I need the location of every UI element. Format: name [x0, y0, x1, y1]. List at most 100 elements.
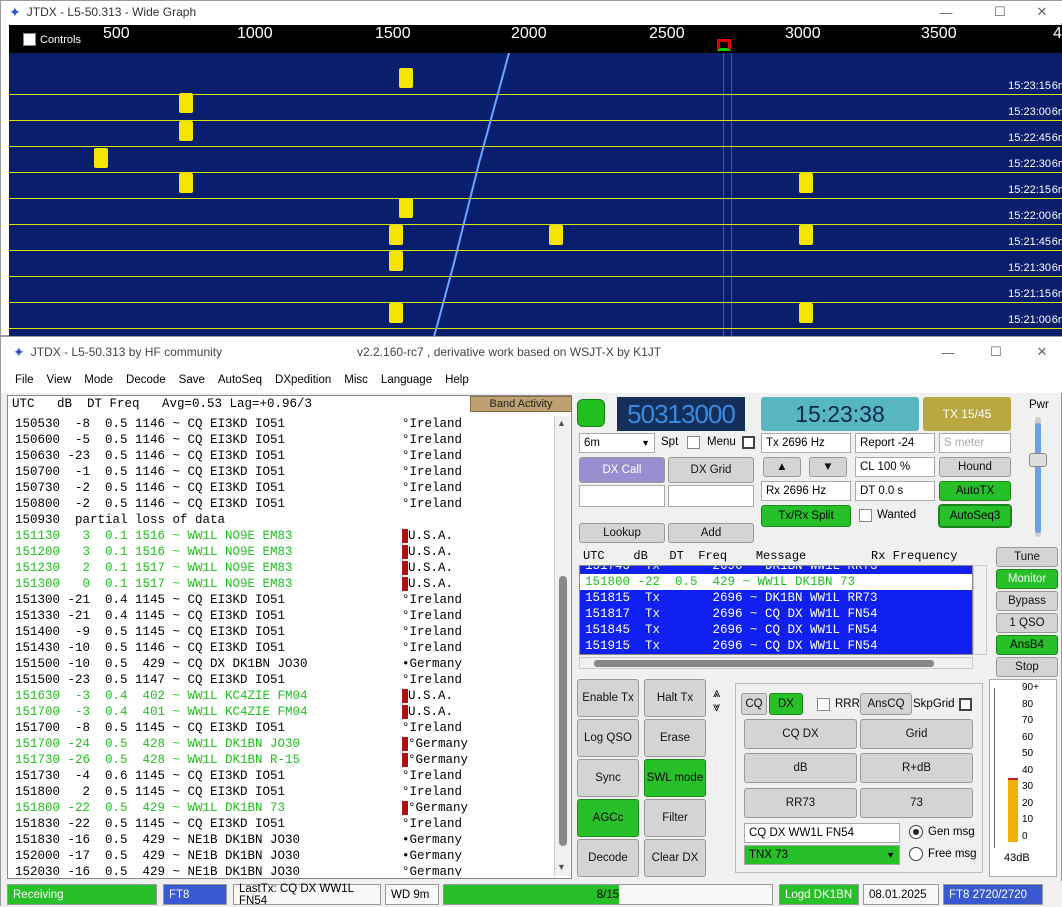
dx-grid-input[interactable] [668, 485, 754, 507]
cl-field[interactable]: CL 100 % [855, 457, 935, 477]
rx-row[interactable]: 151815 Tx 2696 ~ DK1BN WW1L RR73 [580, 590, 972, 606]
maximize-icon[interactable]: ☐ [973, 337, 1019, 367]
menu-autoseq[interactable]: AutoSeq [218, 374, 262, 386]
decode-row[interactable]: 151800 2 0.5 1145 ~ CQ EI3KD IO51 °Irelan… [10, 784, 554, 800]
cq-button[interactable]: CQ [741, 693, 767, 715]
free-msg-select[interactable]: TNX 73 ▼ [744, 845, 900, 865]
decode-row[interactable]: 150930 partial loss of data [10, 512, 554, 528]
dx-grid-button[interactable]: DX Grid [668, 457, 754, 483]
decode-row[interactable]: 152030 -16 0.5 429 ~ NE1B DK1BN JO30 °Ger… [10, 864, 554, 876]
gen-msg-input[interactable]: CQ DX WW1L FN54 [744, 823, 900, 843]
close-icon[interactable]: ✕ [1019, 1, 1062, 23]
menu-save[interactable]: Save [179, 374, 205, 386]
menu-decode[interactable]: Decode [126, 374, 166, 386]
scroll-thumb[interactable] [559, 576, 567, 846]
decode-row[interactable]: 150800 -2 0.5 1146 ~ CQ EI3KD IO51 °Irela… [10, 496, 554, 512]
decode-row[interactable]: 151800 -22 0.5 429 ~ WW1L DK1BN 73 °Germa… [10, 800, 554, 816]
halt-tx-button[interactable]: Halt Tx [644, 679, 706, 717]
rx-row[interactable]: 151915 Tx 2696 ~ CQ DX WW1L FN54 [580, 638, 972, 654]
menu-help[interactable]: Help [445, 374, 469, 386]
gen-msg-radio[interactable] [909, 825, 923, 839]
menu-view[interactable]: View [47, 374, 72, 386]
menu-mode[interactable]: Mode [84, 374, 113, 386]
rx-hscroll-thumb[interactable] [594, 660, 934, 667]
lookup-button[interactable]: Lookup [579, 523, 665, 543]
cq-dx-message-button[interactable]: CQ DX [744, 719, 857, 749]
swl-mode-button[interactable]: SWL mode [644, 759, 706, 797]
decode-row[interactable]: 150730 -2 0.5 1146 ~ CQ EI3KD IO51 °Irela… [10, 480, 554, 496]
add-button[interactable]: Add [668, 523, 754, 543]
decode-row[interactable]: 151230 2 0.1 1517 ~ WW1L NO9E EM83 U.S.A. [10, 560, 554, 576]
rx-row[interactable]: 151817 Tx 2696 ~ CQ DX WW1L FN54 [580, 606, 972, 622]
menu-language[interactable]: Language [381, 374, 432, 386]
menu-misc[interactable]: Misc [344, 374, 368, 386]
decode-row[interactable]: 151500 -23 0.5 1147 ~ CQ EI3KD IO51 °Irel… [10, 672, 554, 688]
filter-button[interactable]: Filter [644, 799, 706, 837]
maximize-icon[interactable]: ☐ [977, 1, 1023, 23]
rx-frequency-field[interactable]: Rx 2696 Hz [761, 481, 851, 501]
minimize-icon[interactable]: — [923, 1, 969, 23]
erase-button[interactable]: Erase [644, 719, 706, 757]
rrr-checkbox[interactable] [817, 698, 830, 711]
rx-row[interactable]: 151845 Tx 2696 ~ CQ DX WW1L FN54 [580, 622, 972, 638]
dx-button[interactable]: DX [769, 693, 803, 715]
rx-row[interactable]: 151745 Tx 2696 ~ DK1BN WW1L RR73 [580, 566, 972, 574]
hound-button[interactable]: Hound [939, 457, 1011, 477]
up-arrow-button[interactable]: ▲ [763, 457, 801, 477]
rr73-message-button[interactable]: RR73 [744, 788, 857, 818]
decode-row[interactable]: 151330 -21 0.4 1145 ~ CQ EI3KD IO51 °Irel… [10, 608, 554, 624]
scroll-down-icon[interactable]: ▼ [557, 862, 566, 872]
r-db-message-button[interactable]: R+dB [860, 753, 973, 783]
decode-row[interactable]: 150600 -5 0.5 1146 ~ CQ EI3KD IO51 °Irela… [10, 432, 554, 448]
skpgrid-checkbox[interactable] [959, 698, 972, 711]
report-field[interactable]: Report -24 [855, 433, 935, 453]
decode-row[interactable]: 151700 -24 0.5 428 ~ WW1L DK1BN JO30 °Ger… [10, 736, 554, 752]
decode-scrollbar[interactable]: ▲ ▼ [554, 416, 570, 876]
tx-period-button[interactable]: TX 15/45 [923, 397, 1011, 431]
one-qso-button[interactable]: 1 QSO [996, 613, 1058, 633]
waterfall-display[interactable]: 15:23:156m15:23:006m15:22:456m15:22:306m… [9, 53, 1062, 337]
controls-checkbox[interactable] [23, 33, 36, 46]
dt-field[interactable]: DT 0.0 s [855, 481, 935, 501]
grid-message-button[interactable]: Grid [860, 719, 973, 749]
wanted-checkbox[interactable] [859, 509, 872, 522]
decode-row[interactable]: 151730 -26 0.5 428 ~ WW1L DK1BN R-15 °Ger… [10, 752, 554, 768]
menu-checkbox[interactable] [742, 436, 755, 449]
rx-frequency-list[interactable]: 151745 Tx 2696 ~ DK1BN WW1L RR73 151800 -… [579, 565, 973, 655]
close-icon[interactable]: ✕ [1019, 337, 1062, 367]
tx-down-arrow-icon[interactable]: ⩔ [713, 699, 720, 715]
pwr-slider-handle[interactable] [1029, 453, 1047, 467]
decode-row[interactable]: 151830 -16 0.5 429 ~ NE1B DK1BN JO30 •Ger… [10, 832, 554, 848]
decode-row[interactable]: 151430 -10 0.5 1146 ~ CQ EI3KD IO51 °Irel… [10, 640, 554, 656]
decode-row[interactable]: 151700 -3 0.4 401 ~ WW1L KC4ZIE FM04 U.S.… [10, 704, 554, 720]
menu-dxpedition[interactable]: DXpedition [275, 374, 331, 386]
anscq-button[interactable]: AnsCQ [860, 693, 912, 715]
sync-button[interactable]: Sync [577, 759, 639, 797]
rx-row[interactable]: 151800 -22 0.5 429 ~ WW1L DK1BN 73 [580, 574, 972, 590]
decode-row[interactable]: 151730 -4 0.6 1145 ~ CQ EI3KD IO51 °Irela… [10, 768, 554, 784]
tx-frequency-field[interactable]: Tx 2696 Hz [761, 433, 851, 453]
minimize-icon[interactable]: — [925, 337, 971, 367]
free-msg-radio[interactable] [909, 847, 923, 861]
decode-row[interactable]: 151130 3 0.1 1516 ~ WW1L NO9E EM83 U.S.A. [10, 528, 554, 544]
rx-vscrollbar[interactable] [973, 565, 987, 655]
spt-checkbox[interactable] [687, 436, 700, 449]
menu-file[interactable]: File [15, 374, 34, 386]
73-message-button[interactable]: 73 [860, 788, 973, 818]
tx-frequency-marker[interactable] [717, 39, 731, 51]
decode-row[interactable]: 150530 -8 0.5 1146 ~ CQ EI3KD IO51 °Irela… [10, 416, 554, 432]
clear-dx-button[interactable]: Clear DX [644, 839, 706, 877]
decode-row[interactable]: 151300 -21 0.4 1145 ~ CQ EI3KD IO51 °Irel… [10, 592, 554, 608]
monitor-button[interactable]: Monitor [996, 569, 1058, 589]
log-qso-button[interactable]: Log QSO [577, 719, 639, 757]
decode-list[interactable]: 150530 -8 0.5 1146 ~ CQ EI3KD IO51 °Irela… [10, 416, 554, 876]
dx-call-button[interactable]: DX Call [579, 457, 665, 483]
txrx-split-button[interactable]: Tx/Rx Split [761, 505, 851, 527]
autotx-button[interactable]: AutoTX [939, 481, 1011, 501]
autoseq3-button[interactable]: AutoSeq3 [938, 504, 1012, 528]
band-select[interactable]: 6m ▼ [579, 433, 655, 453]
decode-row[interactable]: 151300 0 0.1 1517 ~ WW1L NO9E EM83 U.S.A. [10, 576, 554, 592]
down-arrow-button[interactable]: ▼ [809, 457, 847, 477]
decode-row[interactable]: 151630 -3 0.4 402 ~ WW1L KC4ZIE FM04 U.S.… [10, 688, 554, 704]
db-message-button[interactable]: dB [744, 753, 857, 783]
